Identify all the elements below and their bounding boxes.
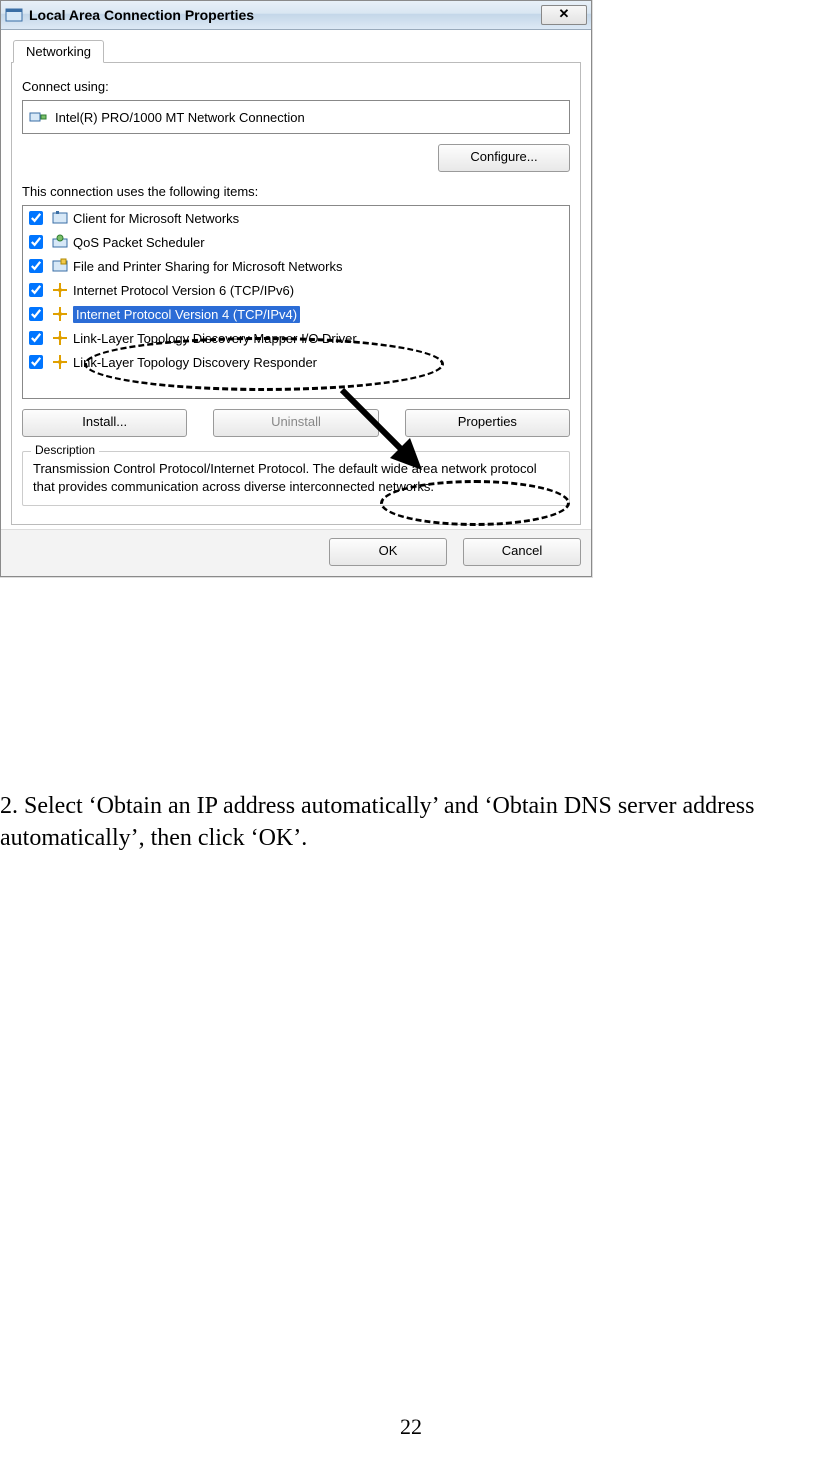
list-item[interactable]: File and Printer Sharing for Microsoft N… [23,254,569,278]
uninstall-button: Uninstall [213,409,378,437]
tab-networking[interactable]: Networking [13,40,104,63]
titlebar: Local Area Connection Properties ✕ [1,1,591,30]
item-checkbox[interactable] [29,355,43,369]
adapter-name: Intel(R) PRO/1000 MT Network Connection [55,110,305,125]
item-checkbox[interactable] [29,235,43,249]
item-checkbox[interactable] [29,259,43,273]
description-text: Transmission Control Protocol/Internet P… [33,460,559,495]
window-icon [5,6,23,24]
service-icon [51,209,69,227]
item-checkbox[interactable] [29,283,43,297]
description-group: Description Transmission Control Protoco… [22,451,570,506]
item-label: Client for Microsoft Networks [73,211,239,226]
description-legend: Description [31,443,99,457]
items-label: This connection uses the following items… [22,184,570,199]
protocol-icon [51,329,69,347]
item-checkbox[interactable] [29,331,43,345]
window-title: Local Area Connection Properties [29,7,254,23]
protocol-icon [51,281,69,299]
adapter-box: Intel(R) PRO/1000 MT Network Connection [22,100,570,134]
tabstrip: Networking [11,38,581,63]
item-checkbox[interactable] [29,307,43,321]
item-buttons: Install... Uninstall Properties [22,409,570,437]
properties-dialog: Local Area Connection Properties ✕ Netwo… [0,0,592,577]
connect-using-label: Connect using: [22,79,570,94]
nic-icon [29,108,47,126]
ok-button[interactable]: OK [329,538,447,566]
item-checkbox[interactable] [29,211,43,225]
list-item[interactable]: Internet Protocol Version 6 (TCP/IPv6) [23,278,569,302]
dialog-footer: OK Cancel [1,529,591,576]
protocol-icon [51,353,69,371]
properties-button[interactable]: Properties [405,409,570,437]
items-listbox[interactable]: Client for Microsoft Networks QoS Packet… [22,205,570,399]
close-button[interactable]: ✕ [541,5,587,25]
item-label: Internet Protocol Version 4 (TCP/IPv4) [73,306,300,323]
list-item[interactable]: Link-Layer Topology Discovery Responder [23,350,569,374]
service-icon [51,257,69,275]
install-button[interactable]: Install... [22,409,187,437]
list-item[interactable]: Client for Microsoft Networks [23,206,569,230]
configure-button[interactable]: Configure... [438,144,570,172]
protocol-icon [51,305,69,323]
tabpage: Connect using: Intel(R) PRO/1000 MT Netw… [11,63,581,525]
item-label: Internet Protocol Version 6 (TCP/IPv6) [73,283,294,298]
list-item[interactable]: QoS Packet Scheduler [23,230,569,254]
item-label: Link-Layer Topology Discovery Responder [73,355,317,370]
instruction-text: 2. Select ‘Obtain an IP address automati… [0,790,822,855]
cancel-button[interactable]: Cancel [463,538,581,566]
item-label: QoS Packet Scheduler [73,235,205,250]
dialog-body: Networking Connect using: Intel(R) PRO/1… [1,30,591,529]
service-icon [51,233,69,251]
item-label: File and Printer Sharing for Microsoft N… [73,259,342,274]
item-label: Link-Layer Topology Discovery Mapper I/O… [73,331,357,346]
list-item[interactable]: Link-Layer Topology Discovery Mapper I/O… [23,326,569,350]
page-number: 22 [0,1414,822,1440]
list-item[interactable]: Internet Protocol Version 4 (TCP/IPv4) [23,302,569,326]
